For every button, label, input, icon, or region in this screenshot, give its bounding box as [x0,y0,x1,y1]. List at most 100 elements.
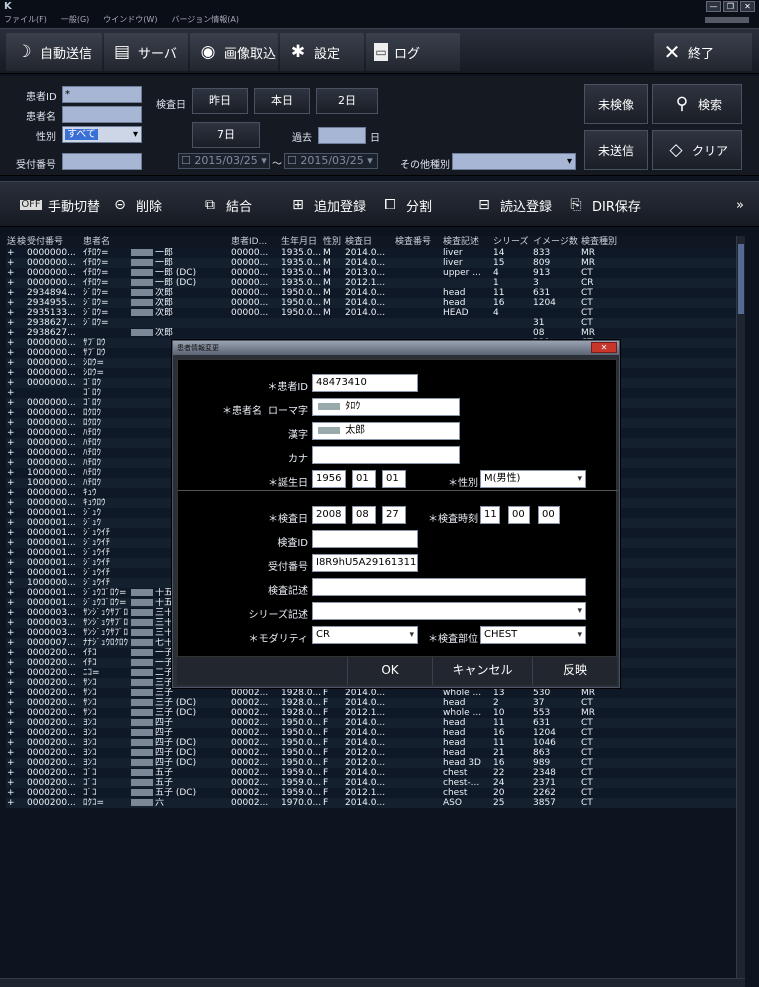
table-row[interactable]: +0000200... ﾖﾝｺ 四子 00002... 1950.0... F 2014.0… [6,718,736,728]
restore-button[interactable]: ❐ [723,1,738,12]
table-row[interactable]: +0000000... ｲﾁﾛｳ= 一郎 00000... 1935.0... M 2014… [6,258,736,268]
other-type-select[interactable]: ▾ [452,153,576,170]
image-import-button[interactable]: ◉ 画像取込 [190,33,278,71]
minimize-button[interactable]: — [706,1,721,12]
accession-input[interactable] [62,153,142,170]
ok-button[interactable]: OK [347,657,432,685]
two-days-button[interactable]: 2日 [316,88,378,114]
grid-header-cell[interactable]: 患者名 [82,236,230,248]
grid-header-cell[interactable]: 検査日 [344,236,394,248]
grid-header-cell[interactable]: 性別 [322,236,344,248]
grid-header-cell[interactable]: シリーズ数 [492,236,532,248]
grid-header-cell[interactable]: 検査種別 [580,236,640,248]
close-button[interactable]: ✕ [740,1,755,12]
dlg-romaji-input[interactable]: ﾀﾛｳ [312,398,460,416]
dlg-exam-year[interactable]: 2008 [312,506,346,524]
dir-save-button[interactable]: ⎘ DIR保存 [566,186,641,224]
horizontal-scrollbar[interactable] [0,978,745,987]
table-cell: + [7,348,15,358]
dlg-exam-id-input[interactable] [312,530,418,548]
dlg-time-hour[interactable]: 11 [480,506,500,524]
table-row[interactable]: +0000200... ｻﾝｺ 三子 (DC) 00002... 1928.0... F 2… [6,698,736,708]
add-register-button[interactable]: ⊞ 追加登録 [288,186,366,224]
grid-header-cell[interactable]: イメージ数 [532,236,580,248]
table-row[interactable]: +2935133... ｼﾞﾛｳ= 次郎 00000... 1950.0... M 2014… [6,308,736,318]
cancel-button[interactable]: キャンセル [432,657,532,685]
table-row[interactable]: +0000200... ｻﾝｺ 三子 00002... 1928.0...F 2014.0… [6,688,736,698]
table-row[interactable]: +0000200... ﾖﾝｺ 四子 (DC) 00002... 1950.0... F 2… [6,748,736,758]
today-button[interactable]: 本日 [254,88,310,114]
table-row[interactable]: +0000000... ｲﾁﾛｳ= 一郎 (DC) 00000... 1935.0...… [6,278,736,288]
past-days-input[interactable] [318,127,366,144]
dlg-exam-desc-input[interactable] [312,578,586,596]
delete-button[interactable]: ⊝ 削除 [110,186,162,224]
seven-days-button[interactable]: 7日 [192,122,260,148]
date-to-picker[interactable]: ☐ 2015/03/25 ▾ [284,153,378,169]
table-row[interactable]: +0000200... ﾖﾝｺ 四子 (DC) 00002... 1950.0... F 2… [6,758,736,768]
dlg-kanji-input[interactable]: 太郎 [312,422,460,440]
dlg-accession-input[interactable]: I8R9hU5A29161311 [312,554,418,572]
apply-button[interactable]: 反映 [532,657,617,685]
table-row[interactable]: +0000200... ｻﾝｺ 三子 (DC) 00002... 1928.0... F 2… [6,708,736,718]
split-button[interactable]: ⧠ 分割 [380,186,432,224]
dlg-birth-day[interactable]: 01 [382,470,406,488]
menu-general[interactable]: 一般(G) [61,14,89,28]
table-row[interactable]: +2938627... 次郎 08 MR [6,328,736,338]
dlg-body-part-select[interactable]: CHEST [480,626,586,644]
dlg-exam-desc-label: 検査記述 [268,586,308,597]
grid-header-cell[interactable]: 検査番号 [394,236,442,248]
dlg-time-second[interactable]: 00 [538,506,560,524]
table-row[interactable]: +0000200... ﾖﾝｺ 四子 (DC) 00002... 1950.0... F 2… [6,738,736,748]
dlg-series-desc-select[interactable] [312,602,586,620]
manual-switch-button[interactable]: OFF 手動切替 [20,186,100,224]
log-button[interactable]: ▭ ログ [366,33,460,71]
table-row[interactable]: +2938627... ｼﾞﾛｳ= 31 CT [6,318,736,328]
vertical-scrollbar[interactable] [736,236,745,978]
menu-window[interactable]: ウインドウ(W) [103,14,157,28]
table-row[interactable]: +0000200... ｺﾞｺ 五子 00002... 1959.0... F 2014.0… [6,768,736,778]
table-row[interactable]: +0000200... ｺﾞｺ 五子 00002... 1959.0... F 2014.0… [6,778,736,788]
grid-header-cell[interactable]: 検 [16,236,26,248]
settings-button[interactable]: ✱ 設定 [280,33,364,71]
table-row[interactable]: +0000200... ﾖﾝｺ 四子 00002... 1950.0... F 2014.0… [6,728,736,738]
auto-send-button[interactable]: ☽ 自動送信 [6,33,102,71]
table-row[interactable]: +2934955... ｼﾞﾛｳ= 次郎 00000... 1950.0... M 2014… [6,298,736,308]
grid-header-cell[interactable]: 検査記述 [442,236,492,248]
grid-header-cell[interactable]: 患者ID... [230,236,280,248]
table-row[interactable]: +0000000... ｲﾁﾛｳ= 一郎 00000... 1935.0... M 2014… [6,248,736,258]
exit-button[interactable]: ✕ 終了 [654,33,752,71]
unsent-button[interactable]: 未送信 [584,130,648,170]
grid-header-cell[interactable]: 生年月日 [280,236,322,248]
dlg-sex-select[interactable]: M(男性) [480,470,586,488]
dlg-kana-input[interactable] [312,446,460,464]
dlg-exam-month[interactable]: 08 [352,506,376,524]
date-from-picker[interactable]: ☐ 2015/03/25 ▾ [178,153,270,169]
dlg-birth-month[interactable]: 01 [352,470,376,488]
patient-id-input[interactable]: * [62,86,142,103]
dlg-exam-day[interactable]: 27 [382,506,406,524]
server-button[interactable]: ▤ サーバ [104,33,188,71]
grid-header-cell[interactable]: 送 [6,236,16,248]
dlg-modality-select[interactable]: CR [312,626,418,644]
table-row[interactable]: +2934894... ｼﾞﾛｳ= 次郎 00000... 1950.0... M 2014… [6,288,736,298]
table-row[interactable]: +0000000... ｲﾁﾛｳ= 一郎 (DC) 00000... 1935.0...… [6,268,736,278]
read-register-button[interactable]: ⊟ 読込登録 [474,186,552,224]
menu-file[interactable]: ファイル(F) [4,14,47,28]
yesterday-button[interactable]: 昨日 [192,88,248,114]
merge-button[interactable]: ⧉ 結合 [200,186,252,224]
clear-button[interactable]: ◇ クリア [652,130,742,170]
table-row[interactable]: +0000200... ｺﾞｺ 五子 (DC) 00002... 1959.0... F 2… [6,788,736,798]
dialog-close-button[interactable]: ✕ [591,342,617,353]
table-row[interactable]: +0000200... ﾛｸｺ= 六 00002... 1970.0... F 2014.0… [6,798,736,808]
patient-name-input[interactable] [62,106,142,123]
dlg-birth-year[interactable]: 1956 [312,470,346,488]
scroll-thumb[interactable] [738,244,744,314]
dlg-time-minute[interactable]: 00 [508,506,530,524]
more-button[interactable]: » [736,186,744,224]
dlg-patient-id-input[interactable]: 48473410 [312,374,418,392]
search-button[interactable]: ⚲ 検索 [652,84,742,124]
menu-about[interactable]: バージョン情報(A) [171,14,239,28]
unviewed-button[interactable]: 未検像 [584,84,648,124]
grid-header-cell[interactable]: 受付番号 [26,236,82,248]
sex-select[interactable]: すべて ▾ [62,126,142,143]
